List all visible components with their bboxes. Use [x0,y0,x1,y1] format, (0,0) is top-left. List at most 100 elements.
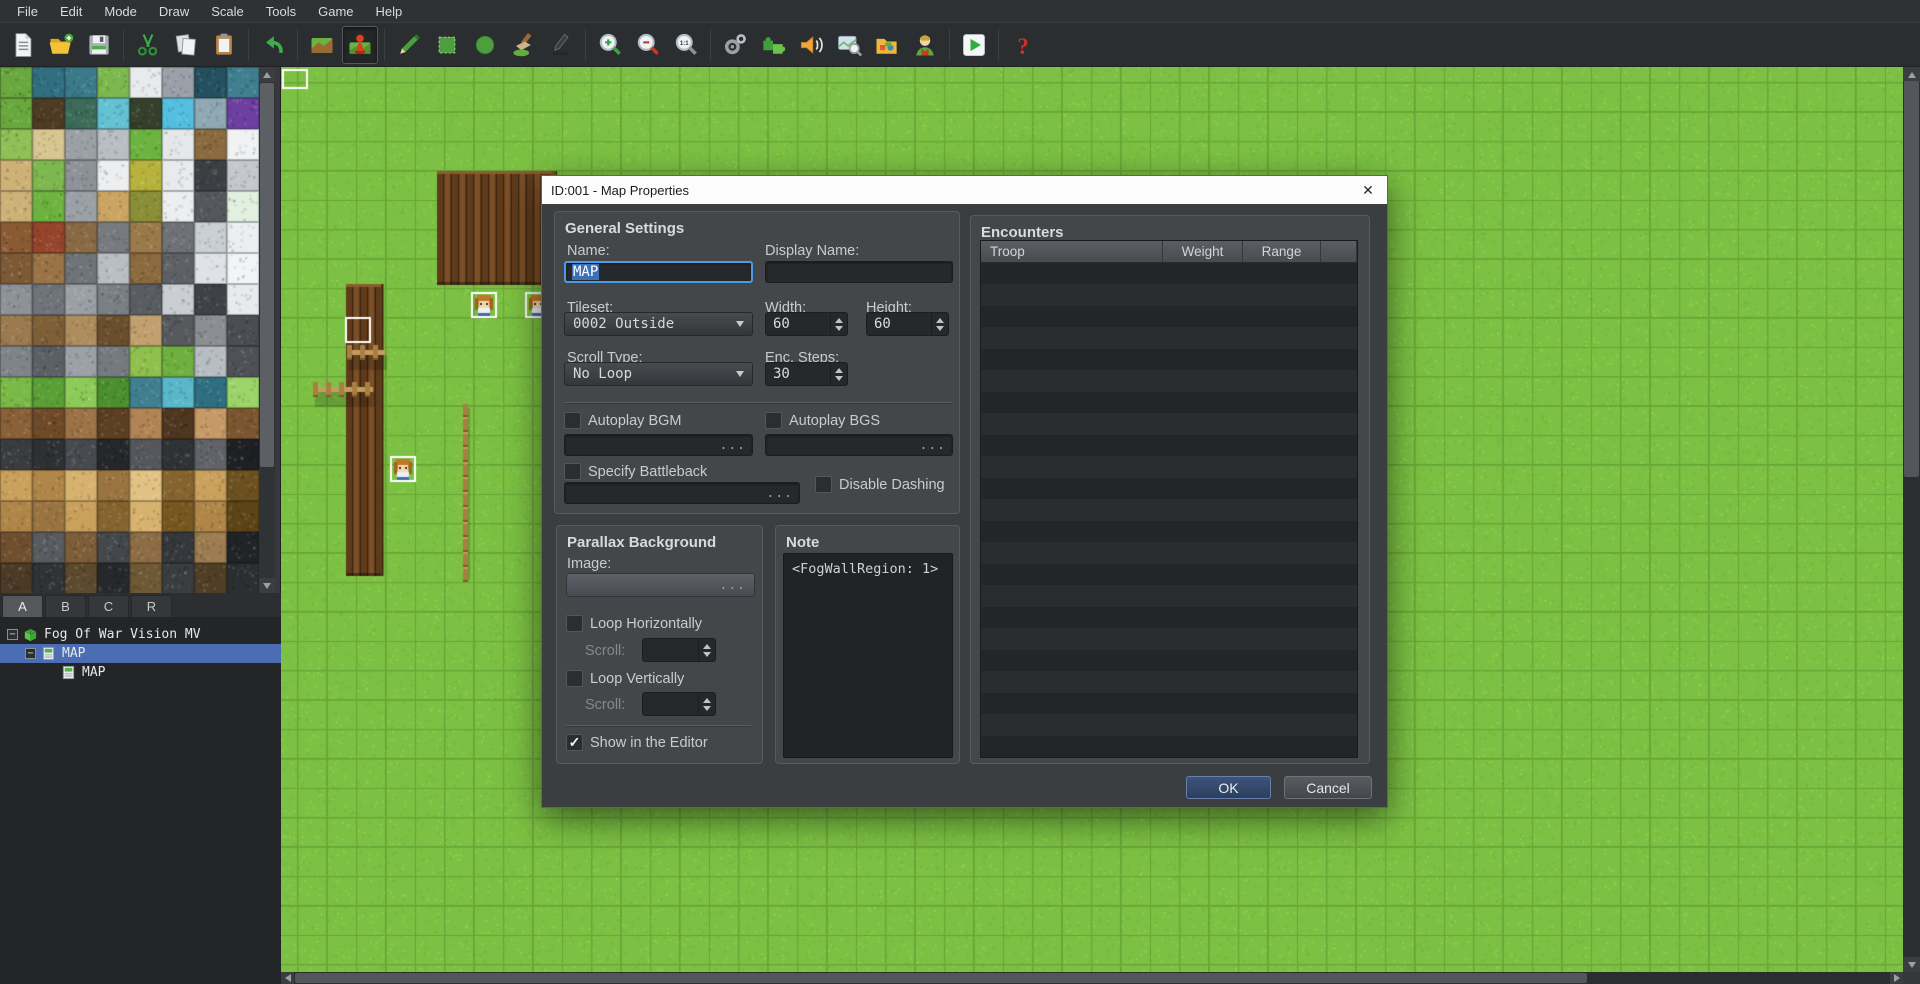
encounters-table[interactable]: Troop Weight Range [980,240,1358,758]
ok-button[interactable]: OK [1186,776,1271,799]
group-title: Encounters [981,224,1064,241]
battleback-field[interactable]: ... [564,482,800,504]
event-mode-button[interactable] [342,25,378,64]
playtest-button[interactable] [956,26,992,64]
character-generator-button[interactable] [907,26,943,64]
enc-steps-spinner[interactable]: 30 [765,362,848,386]
spinner-arrows-icon[interactable] [830,313,847,335]
shadow-pen-tool-button[interactable] [543,26,579,64]
menu-scale[interactable]: Scale [200,2,255,21]
map-mode-button[interactable] [304,26,340,64]
tree-item-fog-of-war-vision-mv[interactable]: − Fog Of War Vision MV [0,625,281,644]
toolbar-separator [710,28,711,61]
dialog-title-bar[interactable]: ID:001 - Map Properties ✕ [542,176,1387,204]
palette-tab-r[interactable]: R [131,595,172,617]
loop-vertically-checkbox[interactable] [566,670,583,687]
map-vscroll-thumb[interactable] [1904,81,1919,477]
tree-item-map[interactable]: MAP [0,663,281,682]
parallax-image-field[interactable]: ... [566,573,755,597]
scroll-up-icon[interactable] [259,67,275,82]
scroll-type-dropdown[interactable]: No Loop [564,362,753,386]
menu-game[interactable]: Game [307,2,364,21]
event-searcher-button[interactable] [831,26,867,64]
disable-dashing-checkbox[interactable] [815,476,832,493]
palette-tab-b[interactable]: B [45,595,86,617]
spinner-arrows-icon[interactable] [830,363,847,385]
cancel-button[interactable]: Cancel [1284,776,1372,799]
scroll-down-icon[interactable] [1903,957,1920,972]
palette-tab-c[interactable]: C [88,595,129,617]
flood-fill-tool-button[interactable] [505,26,541,64]
svg-text:?: ? [1017,33,1028,58]
save-project-button[interactable] [81,26,117,64]
help-button[interactable]: ? [1005,26,1041,64]
help-icon: ? [1017,33,1028,58]
separator [564,402,953,403]
scroll-left-icon[interactable] [281,972,294,984]
close-icon[interactable]: ✕ [1358,182,1378,199]
database-button[interactable] [717,26,753,64]
tree-item-map[interactable]: − MAP [0,644,281,663]
spinner-arrows-icon[interactable] [931,313,948,335]
collapse-icon[interactable]: − [25,648,36,659]
column-header-range[interactable]: Range [1243,241,1321,263]
palette-tab-a[interactable]: A [2,595,43,617]
spinner-arrows-icon[interactable] [698,639,715,661]
scroll-h-spinner[interactable] [642,638,716,662]
zoom-in-button[interactable] [592,26,628,64]
loop-horizontally-checkbox[interactable] [566,615,583,632]
autoplay-bgs-checkbox[interactable] [765,412,782,429]
scroll-right-icon[interactable] [1890,972,1903,984]
map-horizontal-scrollbar[interactable] [281,972,1903,984]
new-project-button[interactable] [5,26,41,64]
toolbar-separator [123,28,124,61]
bgm-file-field[interactable]: ... [564,434,753,456]
actual-scale-button[interactable]: 1:1 [668,26,704,64]
column-header-troop[interactable]: Troop [981,241,1163,263]
map-hscroll-thumb[interactable] [295,973,1587,983]
resource-manager-button[interactable] [869,26,905,64]
map-vertical-scrollbar[interactable] [1903,67,1920,972]
tileset-dropdown[interactable]: 0002 Outside [564,312,753,336]
scroll-up-icon[interactable] [1903,67,1920,82]
pencil-tool-button[interactable] [391,26,427,64]
width-spinner[interactable]: 60 [765,312,848,336]
autoplay-bgm-checkbox[interactable] [564,412,581,429]
bgs-file-field[interactable]: ... [765,434,953,456]
specify-battleback-checkbox[interactable] [564,463,581,480]
zoom-out-button[interactable] [630,26,666,64]
menu-draw[interactable]: Draw [148,2,200,21]
note-textarea[interactable]: <FogWallRegion: 1> [783,553,953,758]
plugin-manager-button[interactable] [755,26,791,64]
sound-test-button[interactable] [793,26,829,64]
cut-icon [137,33,158,56]
palette-scrollbar[interactable] [259,67,275,593]
height-spinner[interactable]: 60 [866,312,949,336]
menu-edit[interactable]: Edit [49,2,93,21]
cut-button[interactable] [130,26,166,64]
menu-tools[interactable]: Tools [255,2,307,21]
browse-icon[interactable]: ... [920,438,946,453]
menu-help[interactable]: Help [365,2,414,21]
name-input[interactable]: MAP [564,261,753,283]
menu-mode[interactable]: Mode [93,2,148,21]
ellipse-tool-button[interactable] [467,26,503,64]
browse-icon[interactable]: ... [720,438,746,453]
tileset-palette[interactable] [0,67,259,593]
scroll-down-icon[interactable] [259,578,275,593]
palette-scrollbar-thumb[interactable] [260,83,274,467]
open-project-button[interactable] [43,26,79,64]
scroll-v-spinner[interactable] [642,692,716,716]
show-in-editor-checkbox[interactable]: ✓ [566,734,583,751]
undo-button[interactable] [255,26,291,64]
collapse-icon[interactable]: − [7,629,18,640]
rectangle-tool-button[interactable] [429,26,465,64]
column-header-weight[interactable]: Weight [1163,241,1243,263]
browse-icon[interactable]: ... [767,486,793,501]
copy-button[interactable] [168,26,204,64]
spinner-arrows-icon[interactable] [698,693,715,715]
browse-icon[interactable]: ... [720,578,746,593]
display-name-input[interactable] [765,261,953,283]
paste-button[interactable] [206,26,242,64]
menu-file[interactable]: File [6,2,49,21]
